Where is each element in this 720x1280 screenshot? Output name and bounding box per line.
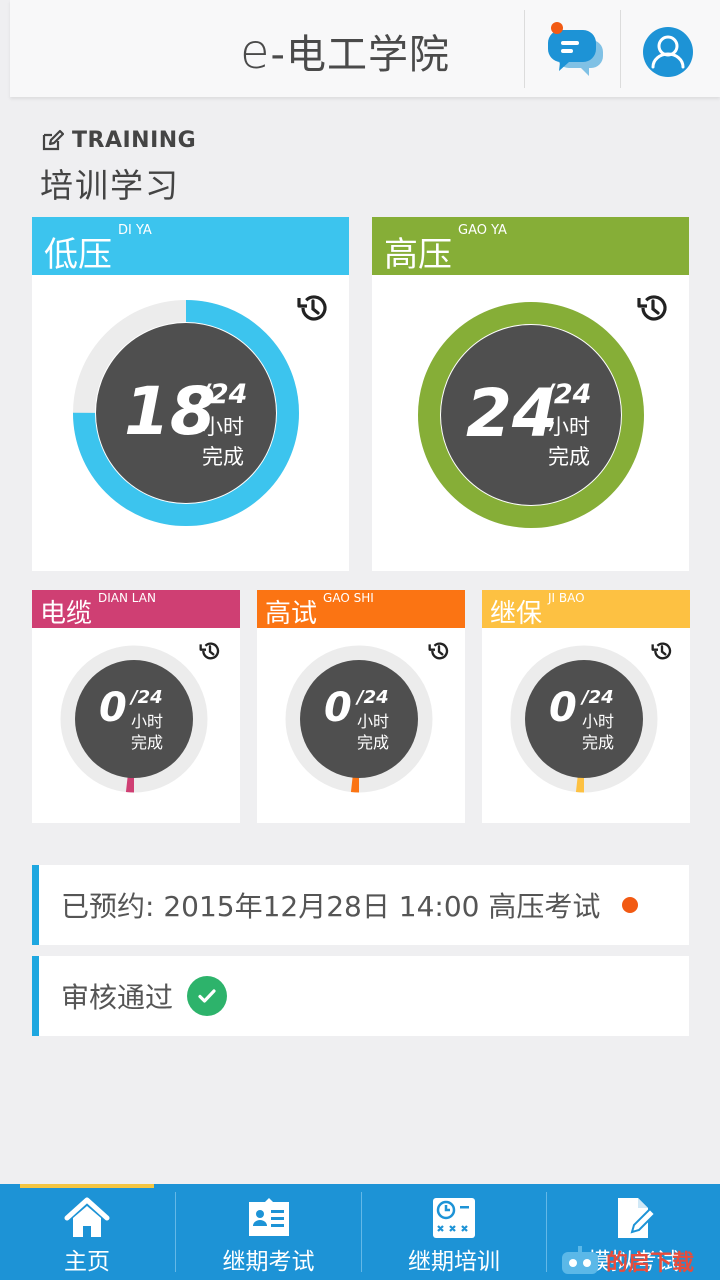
home-icon [64, 1197, 110, 1237]
status-dot [622, 897, 639, 913]
audit-notice[interactable]: 审核通过 [32, 956, 689, 1036]
course-card-gao-ya[interactable]: 高压GAO YA 24 /24 小时 完成 [372, 217, 689, 571]
hours-total: /24 [200, 379, 248, 410]
card-header: 电缆DIAN LAN [32, 590, 240, 629]
status-label: 完成 [548, 445, 590, 469]
unit-label: 小时 [202, 415, 244, 439]
card-header: 高压GAO YA [372, 217, 689, 275]
hours-total: /24 [544, 379, 592, 410]
course-card-gao-shi[interactable]: 高试GAO SHI 0 /24 小时 完成 [257, 590, 465, 823]
app-header: e-电工学院 [10, 0, 720, 97]
check-circle-icon [187, 976, 228, 1016]
messages-button[interactable] [545, 22, 605, 80]
card-header: 低压DI YA [32, 217, 349, 275]
user-avatar-icon [643, 27, 693, 77]
hours-total: /24 [131, 687, 163, 708]
course-card-di-ya[interactable]: 低压DI YA 18 /24 小时 完成 [32, 217, 349, 571]
edit-icon [42, 129, 64, 150]
chat-bubbles-icon [547, 22, 603, 76]
booking-text: 已预约: 2015年12月28日 14:00 高压考试 [61, 890, 601, 923]
header-divider [620, 10, 621, 88]
hours-total: /24 [357, 687, 389, 708]
robot-icon [562, 1246, 598, 1274]
card-header: 继保JI BAO [482, 590, 690, 629]
section-label-en: TRAINING [72, 128, 197, 153]
course-card-ji-bao[interactable]: 继保JI BAO 0 /24 小时 完成 [482, 590, 690, 823]
card-header: 高试GAO SHI [257, 590, 465, 629]
status-label: 完成 [582, 733, 615, 752]
status-label: 完成 [202, 445, 244, 469]
header-divider [524, 10, 525, 88]
notification-dot [551, 22, 563, 34]
hours-total: /24 [582, 687, 614, 708]
booking-notice[interactable]: 已预约: 2015年12月28日 14:00 高压考试 [32, 865, 689, 945]
hours-done: 0 [324, 685, 352, 731]
training-icon [433, 1198, 475, 1238]
exam-icon [248, 1198, 289, 1236]
unit-label: 小时 [548, 415, 590, 439]
watermark-logo: 的启下载 [560, 1244, 694, 1278]
app-title: e-电工学院 [240, 24, 450, 80]
tab-training[interactable]: 继期培训 [362, 1184, 546, 1280]
tab-exam[interactable]: 继期考试 [176, 1184, 361, 1280]
audit-text: 审核通过 [61, 981, 174, 1014]
section-label-zh: 培训学习 [40, 166, 180, 205]
status-label: 完成 [357, 733, 390, 752]
course-card-dian-lan[interactable]: 电缆DIAN LAN 0 /24 小时 完成 [32, 590, 240, 823]
user-profile-button[interactable] [642, 26, 694, 78]
document-edit-icon [617, 1198, 656, 1238]
section-heading: TRAINING 培训学习 [40, 128, 196, 207]
hours-done: 0 [99, 685, 127, 731]
tab-home[interactable]: 主页 [0, 1184, 174, 1280]
status-label: 完成 [131, 733, 164, 752]
hours-done: 0 [549, 685, 577, 731]
